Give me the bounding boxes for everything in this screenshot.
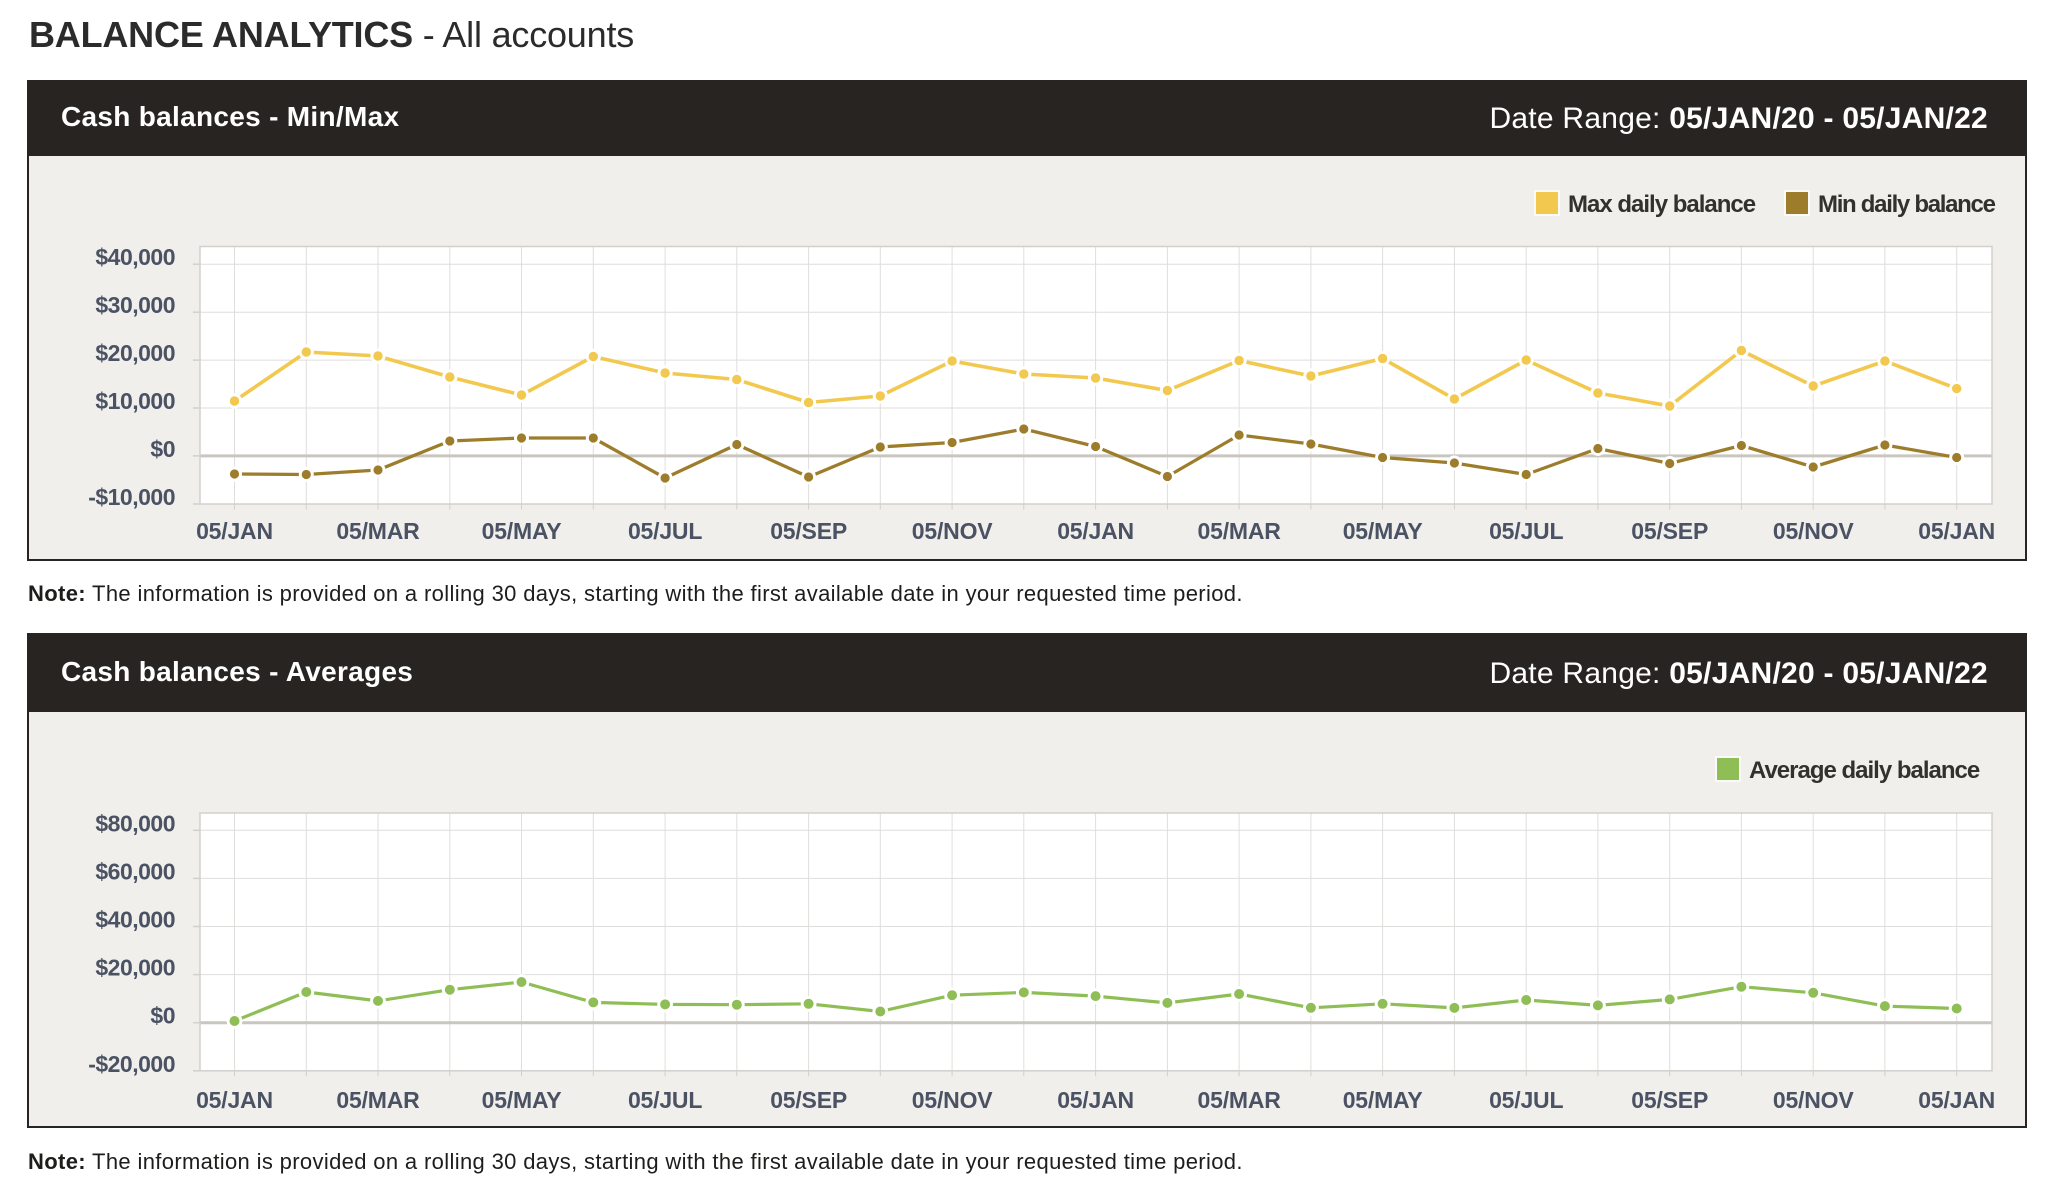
svg-text:05/JUL: 05/JUL — [628, 1087, 702, 1113]
svg-text:05/MAR: 05/MAR — [336, 518, 420, 544]
svg-text:05/MAY: 05/MAY — [482, 1087, 562, 1113]
svg-text:$80,000: $80,000 — [95, 810, 175, 836]
svg-text:05/NOV: 05/NOV — [1773, 518, 1854, 544]
svg-text:05/SEP: 05/SEP — [1631, 518, 1708, 544]
svg-text:05/MAY: 05/MAY — [1343, 518, 1423, 544]
svg-text:05/SEP: 05/SEP — [1631, 1087, 1708, 1113]
svg-text:05/SEP: 05/SEP — [770, 1087, 847, 1113]
svg-text:05/NOV: 05/NOV — [912, 1087, 993, 1113]
svg-text:-$10,000: -$10,000 — [88, 484, 175, 510]
svg-text:05/MAR: 05/MAR — [336, 1087, 420, 1113]
svg-text:05/JAN: 05/JAN — [1918, 518, 1995, 544]
svg-text:05/JUL: 05/JUL — [1489, 1087, 1563, 1113]
svg-text:$0: $0 — [150, 1003, 175, 1029]
svg-text:$30,000: $30,000 — [95, 292, 175, 318]
svg-text:05/JAN: 05/JAN — [1057, 1087, 1134, 1113]
svg-text:05/NOV: 05/NOV — [912, 518, 993, 544]
svg-text:05/MAY: 05/MAY — [1343, 1087, 1423, 1113]
svg-text:$20,000: $20,000 — [95, 955, 175, 981]
svg-text:05/SEP: 05/SEP — [770, 518, 847, 544]
svg-text:$60,000: $60,000 — [95, 858, 175, 884]
svg-text:05/JAN: 05/JAN — [1057, 518, 1134, 544]
svg-text:05/MAR: 05/MAR — [1198, 518, 1282, 544]
svg-text:$0: $0 — [150, 436, 175, 462]
svg-text:05/JUL: 05/JUL — [628, 518, 702, 544]
svg-text:05/JAN: 05/JAN — [1918, 1087, 1995, 1113]
svg-text:05/JUL: 05/JUL — [1489, 518, 1563, 544]
svg-text:$10,000: $10,000 — [95, 388, 175, 414]
svg-text:05/JAN: 05/JAN — [196, 1087, 273, 1113]
svg-text:$40,000: $40,000 — [95, 244, 175, 270]
svg-text:05/MAY: 05/MAY — [482, 518, 562, 544]
svg-text:05/MAR: 05/MAR — [1198, 1087, 1282, 1113]
svg-text:-$20,000: -$20,000 — [88, 1051, 175, 1077]
svg-text:$20,000: $20,000 — [95, 340, 175, 366]
svg-text:$40,000: $40,000 — [95, 907, 175, 933]
svg-text:05/NOV: 05/NOV — [1773, 1087, 1854, 1113]
svg-text:05/JAN: 05/JAN — [196, 518, 273, 544]
